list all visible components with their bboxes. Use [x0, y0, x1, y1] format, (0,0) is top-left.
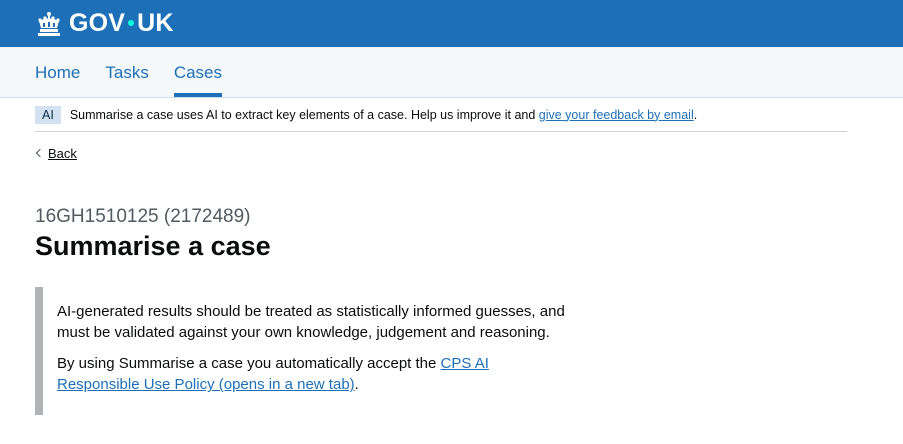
inset-warning: AI-generated results should be treated a… — [57, 303, 565, 342]
ai-banner-text: Summarise a case uses AI to extract key … — [70, 108, 697, 122]
back-link[interactable]: Back — [35, 146, 77, 161]
ai-banner-suffix: . — [693, 107, 698, 122]
case-caption: 16GH1510125 (2172489) — [35, 205, 251, 227]
chevron-left-icon — [35, 148, 45, 157]
ai-banner-message: Summarise a case uses AI to extract key … — [69, 107, 539, 122]
nav-item-tasks[interactable]: Tasks — [105, 47, 148, 97]
inset-policy-text: By using Summarise a case you automatica… — [57, 355, 441, 373]
page-title: Summarise a case — [35, 230, 271, 261]
ai-tag: AI — [35, 105, 61, 124]
logo-text-gov: GOV — [69, 9, 126, 37]
logo-dot — [128, 19, 135, 26]
logo-text-uk: UK — [137, 9, 174, 37]
crown-icon — [38, 11, 60, 36]
service-navigation: Home Tasks Cases — [0, 47, 903, 98]
main-container: AI Summarise a case uses AI to extract k… — [0, 98, 903, 416]
gov-header: GOV UK — [0, 0, 903, 47]
inset-policy-suffix: . — [354, 376, 359, 394]
govuk-logo-link[interactable]: GOV UK — [35, 9, 174, 38]
inset-text: AI-generated results should be treated a… — [35, 287, 575, 416]
feedback-email-link[interactable]: give your feedback by email — [539, 108, 694, 122]
nav-item-home[interactable]: Home — [35, 47, 80, 97]
inset-policy: By using Summarise a case you automatica… — [57, 353, 575, 395]
ai-banner: AI Summarise a case uses AI to extract k… — [35, 98, 847, 132]
nav-item-cases[interactable]: Cases — [173, 47, 223, 97]
back-link-label: Back — [48, 146, 77, 161]
